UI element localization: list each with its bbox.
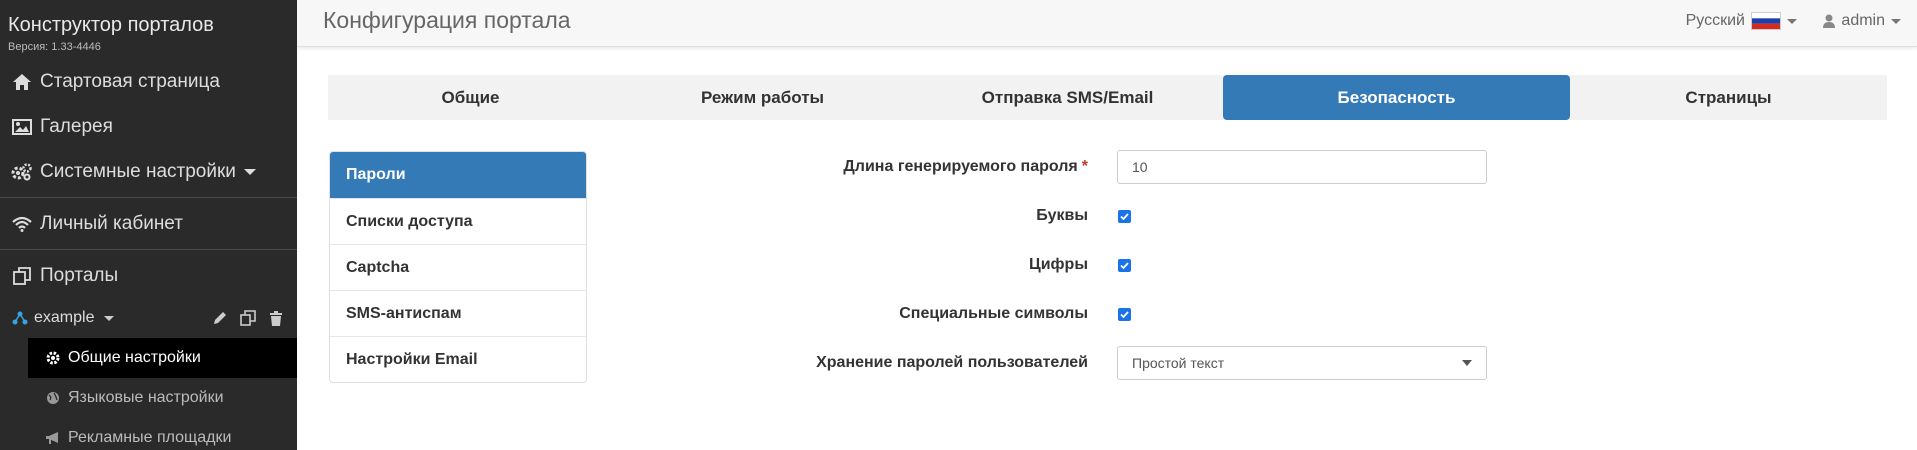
menu-item-access-lists[interactable]: Списки доступа <box>330 198 586 244</box>
image-icon <box>10 117 34 137</box>
copy-icon[interactable] <box>239 309 257 327</box>
version-label: Версия: 1.33-4446 <box>8 41 101 53</box>
home-icon <box>10 72 34 92</box>
nav-item-gallery[interactable]: Галерея <box>0 104 297 149</box>
required-mark: * <box>1081 158 1088 175</box>
tab-sms-email[interactable]: Отправка SMS/Email <box>912 75 1223 120</box>
letters-label: Буквы <box>1036 207 1088 224</box>
form-row-password-storage: Хранение паролей пользователей Простой т… <box>700 345 1500 381</box>
menu-item-email-settings[interactable]: Настройки Email <box>330 336 586 382</box>
subnav-label: Общие настройки <box>68 349 201 366</box>
brand-title[interactable]: Конструктор порталов <box>8 14 289 37</box>
nav-item-start-page[interactable]: Стартовая страница <box>0 59 297 104</box>
check-icon <box>1120 261 1129 269</box>
menu-item-sms-antispam[interactable]: SMS-антиспам <box>330 290 586 336</box>
form-row-password-length: Длина генерируемого пароля * <box>700 149 1500 185</box>
nav-item-label: Системные настройки <box>40 160 236 182</box>
divider <box>0 197 297 198</box>
check-icon <box>1120 212 1129 220</box>
nav-item-personal-cabinet[interactable]: Личный кабинет <box>0 201 297 246</box>
top-header: Конфигурация портала Русский admin <box>297 0 1917 47</box>
trash-icon[interactable] <box>267 309 285 327</box>
chevron-down-icon <box>243 168 256 175</box>
language-dropdown[interactable]: Русский <box>1686 12 1797 30</box>
bullhorn-icon <box>44 431 62 445</box>
tab-work-mode[interactable]: Режим работы <box>613 75 912 120</box>
digits-label: Цифры <box>1029 256 1088 273</box>
password-storage-label: Хранение паролей пользователей <box>816 354 1088 371</box>
globe-icon <box>44 391 62 405</box>
chevron-down-icon <box>1891 18 1901 24</box>
subnav-language-settings[interactable]: Языковые настройки <box>28 378 297 418</box>
check-icon <box>1120 310 1129 318</box>
form-row-digits: Цифры <box>700 247 1500 283</box>
brand: Конструктор порталов Версия: 1.33-4446 <box>0 0 297 59</box>
subnav-label: Рекламные площадки <box>68 429 232 446</box>
nav-item-label: Порталы <box>40 264 119 286</box>
menu-item-passwords[interactable]: Пароли <box>330 152 586 198</box>
gear-icon <box>44 351 62 365</box>
nav-item-label: Личный кабинет <box>40 212 183 234</box>
tab-security[interactable]: Безопасность <box>1223 75 1570 120</box>
password-length-input[interactable] <box>1117 150 1487 184</box>
nav-item-system-settings[interactable]: Системные настройки <box>0 149 297 194</box>
select-value: Простой текст <box>1132 355 1225 371</box>
menu-item-captcha[interactable]: Captcha <box>330 244 586 290</box>
letters-checkbox[interactable] <box>1118 209 1131 223</box>
sitemap-icon <box>12 311 28 325</box>
password-length-label: Длина генерируемого пароля * <box>700 158 1088 176</box>
pencil-icon[interactable] <box>211 309 229 327</box>
portal-selector[interactable]: example <box>0 298 297 338</box>
sidebar: Конструктор порталов Версия: 1.33-4446 С… <box>0 0 297 450</box>
chevron-down-icon <box>104 315 115 321</box>
tab-general[interactable]: Общие <box>328 75 613 120</box>
special-chars-label: Специальные символы <box>899 305 1088 322</box>
digits-checkbox[interactable] <box>1118 258 1131 272</box>
security-submenu: Пароли Списки доступа Captcha SMS-антисп… <box>329 151 587 383</box>
special-chars-checkbox[interactable] <box>1118 307 1131 321</box>
russian-flag-icon <box>1751 12 1781 30</box>
language-label: Русский <box>1685 12 1745 29</box>
wifi-icon <box>10 214 34 234</box>
nav-item-portals[interactable]: Порталы <box>0 253 297 298</box>
portal-name: example <box>34 309 95 326</box>
user-dropdown[interactable]: admin <box>1823 12 1901 30</box>
subnav-label: Языковые настройки <box>68 389 224 406</box>
nav-item-label: Стартовая страница <box>40 70 220 92</box>
copy-icon <box>10 266 34 286</box>
divider <box>0 249 297 250</box>
subnav-ad-spaces[interactable]: Рекламные площадки <box>28 418 297 450</box>
form-row-special-chars: Специальные символы <box>700 296 1500 332</box>
subnav-general-settings[interactable]: Общие настройки <box>28 338 297 378</box>
chevron-down-icon <box>1787 18 1797 24</box>
chevron-down-icon <box>1462 360 1472 366</box>
label-text: Длина генерируемого пароля <box>843 158 1078 175</box>
user-icon <box>1823 14 1836 28</box>
gears-icon <box>10 162 34 182</box>
form-row-letters: Буквы <box>700 198 1500 234</box>
password-storage-select[interactable]: Простой текст <box>1117 346 1487 380</box>
page-title: Конфигурация портала <box>323 7 571 33</box>
config-tabs: Общие Режим работы Отправка SMS/Email Бе… <box>328 75 1887 120</box>
nav-item-label: Галерея <box>40 115 113 137</box>
portal-actions <box>211 309 297 327</box>
user-name: admin <box>1841 12 1885 29</box>
tab-pages[interactable]: Страницы <box>1570 75 1887 120</box>
